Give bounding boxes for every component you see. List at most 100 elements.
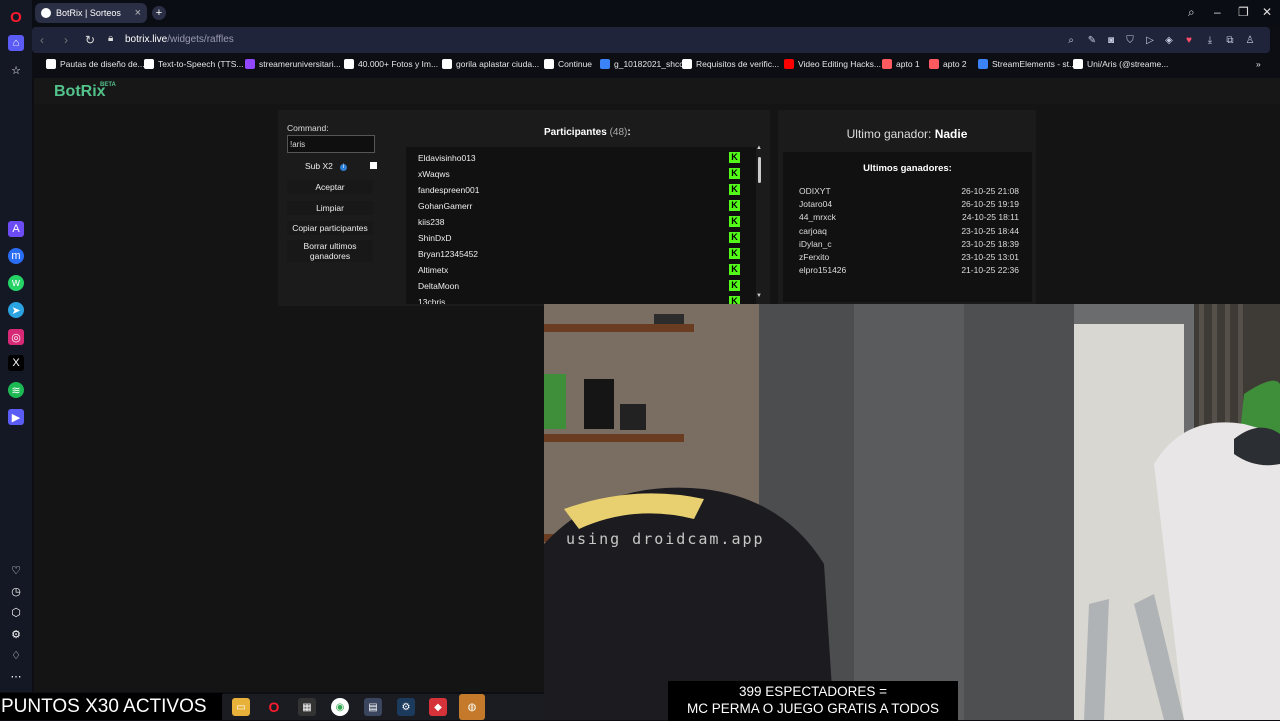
lock-icon[interactable]: 🔒︎ (108, 33, 113, 44)
chrome-icon[interactable]: ◉ (331, 698, 349, 716)
bookmark-label: Uni/Aris (@streame... (1087, 59, 1169, 69)
url-field[interactable]: botrix.live/widgets/raffles (125, 34, 234, 45)
bookmark-label: Video Editing Hacks... (798, 59, 881, 69)
participant-row[interactable]: GohanGamerr K (406, 198, 746, 214)
bookmark-item[interactable]: Video Editing Hacks... (784, 59, 881, 69)
bookmark-item[interactable]: StreamElements - st... (978, 59, 1076, 69)
info-icon[interactable]: i (340, 164, 347, 171)
more-icon[interactable]: ⋯ (8, 668, 24, 684)
command-input[interactable] (287, 135, 375, 153)
shield-icon[interactable]: ⛉ (1123, 33, 1137, 47)
participant-row[interactable]: DeltaMoon K (406, 278, 746, 294)
bookmark-item[interactable]: g_10182021_shcc (600, 59, 683, 69)
steam-icon[interactable]: ⚙ (397, 698, 415, 716)
bookmark-item[interactable]: apto 2 (929, 59, 967, 69)
bookmark-item[interactable]: Requisitos de verific... (682, 59, 779, 69)
participant-row[interactable]: fandespreen001 K (406, 182, 746, 198)
scroll-thumb[interactable] (758, 157, 761, 183)
settings-icon[interactable]: ⚙ (8, 626, 24, 642)
bookmark-label: streameruniversitari... (259, 59, 341, 69)
close-tab-icon[interactable]: × (135, 7, 141, 19)
search-icon[interactable]: ⌕ (1064, 33, 1078, 47)
minimize-icon[interactable]: – (1214, 5, 1221, 19)
url-path: /widgets/raffles (167, 34, 234, 45)
aria-icon[interactable]: A (8, 221, 24, 237)
telegram-icon[interactable]: ➤ (8, 302, 24, 318)
clear-button[interactable]: Limpiar (287, 201, 373, 215)
bookmark-item[interactable]: Continue (544, 59, 592, 69)
participant-row[interactable]: ShinDxD K (406, 230, 746, 246)
sub-x2-checkbox[interactable] (370, 162, 377, 169)
participant-row[interactable]: kiis238 K (406, 214, 746, 230)
reload-icon[interactable]: ↻ (85, 33, 95, 47)
bookmark-item[interactable]: apto 1 (882, 59, 920, 69)
winner-row: zFerxito 23-10-25 13:01 (799, 252, 1019, 265)
participant-row[interactable]: Bryan12345452 K (406, 246, 746, 262)
opera-taskbar-icon[interactable]: O (265, 698, 283, 716)
tab-botrix[interactable]: BotRix | Sorteos × (35, 3, 147, 23)
download-icon[interactable]: ⤓ (1203, 33, 1217, 47)
bookmarks-more-icon[interactable]: » (1256, 59, 1261, 69)
bookmark-icon (600, 59, 610, 69)
kick-icon: K (729, 232, 740, 243)
window-app-icon[interactable]: ▤ (364, 698, 382, 716)
edit-icon[interactable]: ✎ (1085, 33, 1099, 47)
participants-scrollbar[interactable]: ▲ ▼ (756, 145, 764, 304)
cube-icon[interactable]: ⬡ (8, 604, 24, 620)
file-explorer-icon[interactable]: ▭ (232, 698, 250, 716)
bookmark-item[interactable]: gorila aplastar ciuda... (442, 59, 539, 69)
accept-button[interactable]: Aceptar (287, 180, 373, 194)
game-launcher-icon[interactable]: ◆ (429, 698, 447, 716)
bookmark-item[interactable]: 40.000+ Fotos y Im... (344, 59, 438, 69)
bookmark-item[interactable]: Text-to-Speech (TTS... (144, 59, 244, 69)
winner-name: elpro151426 (799, 265, 847, 276)
spotify-icon[interactable]: ≋ (8, 382, 24, 398)
favorite-heart-icon[interactable]: ♥ (1182, 33, 1196, 47)
bookmark-item[interactable]: Uni/Aris (@streame... (1073, 59, 1168, 69)
heart-icon[interactable]: ♡ (8, 562, 24, 578)
botrix-logo[interactable]: BotRix BETA (54, 82, 116, 101)
participant-row[interactable]: xWaqws K (406, 166, 746, 182)
maximize-icon[interactable]: ❐ (1238, 5, 1249, 19)
vpn-icon[interactable]: ◈ (1162, 33, 1176, 47)
whatsapp-icon[interactable]: w (8, 275, 24, 291)
winner-name: carjoaq (799, 225, 827, 236)
instagram-icon[interactable]: ◎ (8, 329, 24, 345)
kick-icon: K (729, 152, 740, 163)
participant-row[interactable]: 13chris K (406, 294, 746, 304)
bookmark-item[interactable]: streameruniversitari... (245, 59, 341, 69)
opera-logo-icon[interactable]: O (8, 9, 24, 26)
participant-row[interactable]: Eldavisinho013 K (406, 150, 746, 166)
home-icon[interactable]: ⌂ (8, 35, 24, 51)
back-icon[interactable]: ‹ (40, 33, 44, 47)
winner-name: zFerxito (799, 252, 830, 262)
star-icon[interactable]: ☆ (8, 62, 24, 78)
bookmark-item[interactable]: Pautas de diseño de... (46, 59, 145, 69)
copy-participants-button[interactable]: Copiar participantes (287, 221, 373, 235)
tab-title: BotRix | Sorteos (56, 8, 121, 18)
delete-winners-button[interactable]: Borrar ultimos ganadores (287, 240, 373, 262)
participants-list[interactable]: Eldavisinho013 KxWaqws Kfandespreen001 K Goh… (406, 147, 756, 304)
x-twitter-icon[interactable]: X (8, 355, 24, 371)
winner-date: 23-10-25 18:39 (961, 238, 1019, 249)
search-tabs-icon[interactable]: ⌕ (1188, 5, 1195, 20)
bookmark-label: 40.000+ Fotos y Im... (358, 59, 439, 69)
extensions-icon[interactable]: ⧉ (1223, 33, 1237, 47)
forward-icon[interactable]: › (64, 33, 68, 47)
winner-row: ODIXYT 26-10-25 21:08 (799, 186, 1019, 199)
new-tab-button[interactable]: + (152, 6, 166, 20)
lightbulb-icon[interactable]: ♢ (8, 647, 24, 663)
participant-name: Eldavisinho013 (418, 153, 476, 163)
history-icon[interactable]: ◷ (8, 583, 24, 599)
camera-icon[interactable]: ◙ (1104, 33, 1118, 47)
messenger-icon[interactable]: m (8, 248, 24, 264)
close-window-icon[interactable]: ✕ (1262, 5, 1272, 19)
profile-icon[interactable]: ♙ (1243, 33, 1257, 47)
player-icon[interactable]: ▶ (8, 409, 24, 425)
obs-icon[interactable]: ◍ (459, 694, 485, 720)
app-taskbar-icon[interactable]: ▦ (298, 698, 316, 716)
scroll-up-icon[interactable]: ▲ (756, 145, 762, 151)
participant-row[interactable]: Altimetx K (406, 262, 746, 278)
play-icon[interactable]: ▷ (1143, 33, 1157, 47)
scroll-down-icon[interactable]: ▼ (756, 293, 762, 299)
